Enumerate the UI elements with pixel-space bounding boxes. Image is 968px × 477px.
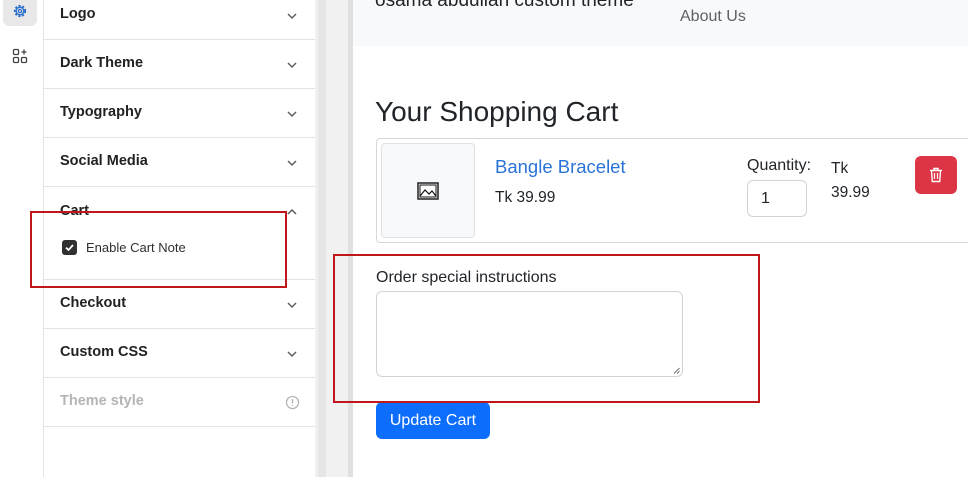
line-total-amount: 39.99 xyxy=(831,184,870,201)
update-cart-button[interactable]: Update Cart xyxy=(376,402,490,439)
theme-settings-panel: Logo Dark Theme Typography Social Media … xyxy=(44,0,315,477)
section-title: Theme style xyxy=(60,393,144,409)
chevron-down-icon xyxy=(287,111,297,118)
gear-icon xyxy=(13,4,27,18)
enable-cart-note-label: Enable Cart Note xyxy=(86,240,186,255)
quantity-label: Quantity: xyxy=(747,157,812,174)
section-logo[interactable]: Logo xyxy=(44,0,315,40)
section-title: Dark Theme xyxy=(60,55,144,71)
order-note-textarea[interactable] xyxy=(376,291,683,377)
remove-item-button[interactable] xyxy=(915,156,957,194)
section-title: Social Media xyxy=(60,153,148,169)
enable-cart-note-checkbox[interactable] xyxy=(62,240,77,255)
section-dark-theme[interactable]: Dark Theme xyxy=(44,40,315,89)
apps-add-icon xyxy=(12,48,28,64)
store-brand[interactable]: osama abdullah custom theme xyxy=(375,0,634,12)
page-title: Your Shopping Cart xyxy=(375,96,619,127)
enable-cart-note-option[interactable]: Enable Cart Note xyxy=(62,240,186,255)
theme-settings-button[interactable] xyxy=(3,0,37,26)
chevron-down-icon xyxy=(287,13,297,20)
chevron-down-icon xyxy=(287,351,297,358)
nav-link-about[interactable]: About Us xyxy=(680,8,746,26)
chevron-down-icon xyxy=(287,302,297,309)
image-placeholder-icon xyxy=(417,181,439,200)
section-custom-css[interactable]: Custom CSS xyxy=(44,329,315,378)
product-thumbnail[interactable] xyxy=(381,143,475,238)
section-title: Custom CSS xyxy=(60,344,148,360)
section-title: Checkout xyxy=(60,295,127,311)
chevron-down-icon xyxy=(287,62,297,69)
info-icon[interactable] xyxy=(285,395,300,410)
panel-scrollbar[interactable] xyxy=(318,0,326,477)
quantity-input[interactable]: 1 xyxy=(747,180,807,217)
trash-icon xyxy=(930,167,942,183)
product-price: Tk 39.99 xyxy=(495,189,556,206)
section-checkout[interactable]: Checkout xyxy=(44,280,315,329)
resize-handle-icon[interactable] xyxy=(673,367,680,374)
section-cart: Cart xyxy=(44,187,315,280)
line-total-currency: Tk xyxy=(831,160,849,177)
chevron-down-icon xyxy=(287,160,297,167)
section-title: Typography xyxy=(60,104,142,120)
section-social-media[interactable]: Social Media xyxy=(44,138,315,187)
product-name-link[interactable]: Bangle Bracelet xyxy=(495,156,626,178)
icon-rail xyxy=(0,0,44,477)
line-total: Tk 39.99 xyxy=(831,157,881,205)
store-header: osama abdullah custom theme About Us xyxy=(353,0,968,46)
checkmark-icon xyxy=(65,244,74,252)
apps-button[interactable] xyxy=(3,41,37,71)
section-title[interactable]: Cart xyxy=(60,203,89,219)
section-theme-style: Theme style xyxy=(44,378,315,427)
section-typography[interactable]: Typography xyxy=(44,89,315,138)
store-preview: osama abdullah custom theme About Us You… xyxy=(353,0,968,477)
section-title: Logo xyxy=(60,6,96,22)
order-note-label: Order special instructions xyxy=(376,269,557,286)
chevron-up-icon[interactable] xyxy=(286,206,298,218)
